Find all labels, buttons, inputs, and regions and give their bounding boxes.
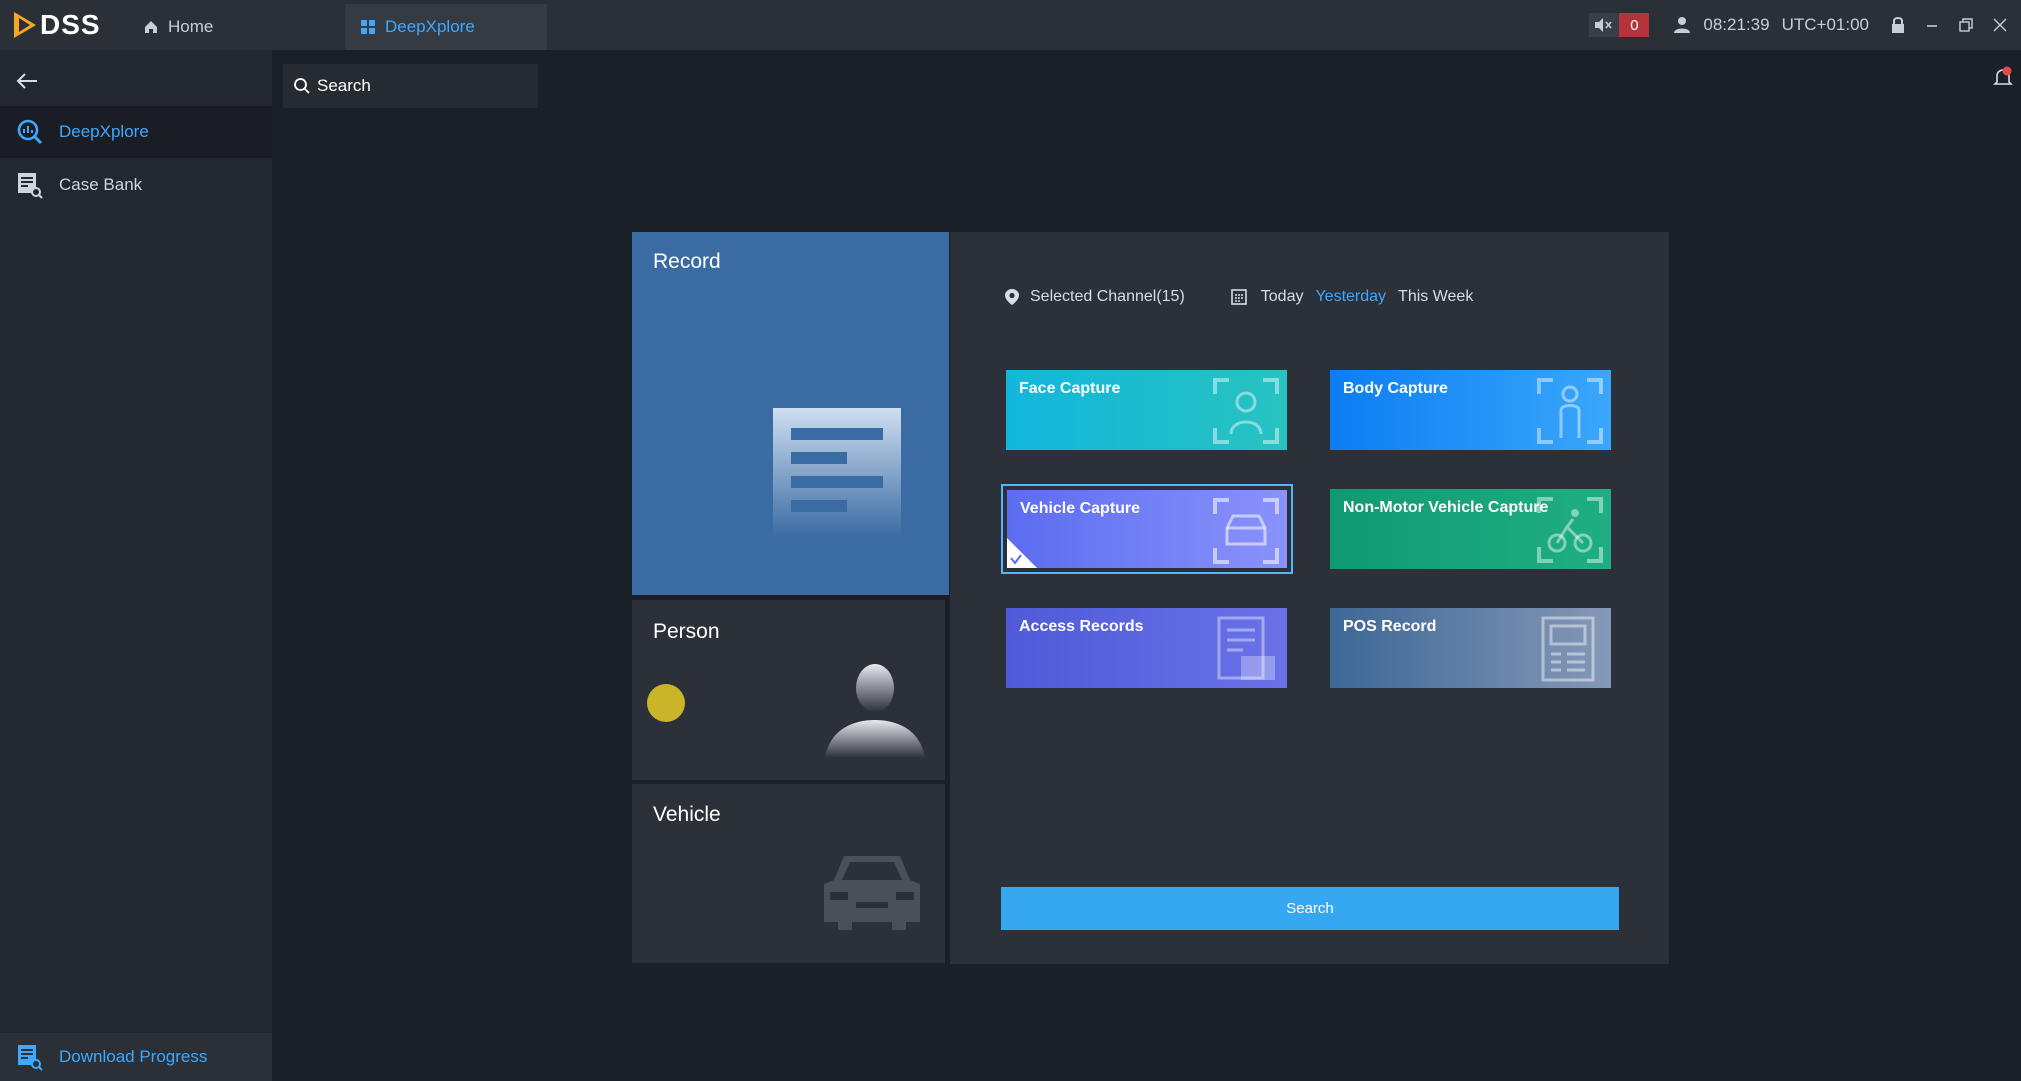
selected-channel-link[interactable]: Selected Channel(15) [1030,288,1185,306]
app-logo: DSS [12,9,101,41]
filter-row: Selected Channel(15) Today Yesterday Thi… [1004,288,1473,306]
back-button[interactable] [16,72,38,95]
dss-logo-icon [14,12,36,38]
card-label: POS Record [1343,618,1437,635]
search-icon [294,78,310,94]
person-silhouette-icon [825,664,925,758]
tab-search[interactable]: Search [283,64,538,108]
filter-this-week[interactable]: This Week [1398,288,1473,306]
home-icon [145,21,157,33]
card-label: Non-Motor Vehicle Capture [1343,499,1549,516]
person-tile[interactable]: Person [632,600,945,780]
sidebar-item-label: Case Bank [59,175,143,194]
grid-icon [361,20,375,34]
lock-icon [1892,17,1904,33]
tab-deepxplore[interactable]: DeepXplore [345,4,547,50]
close-button[interactable] [1985,10,2015,40]
search-criteria-panel: Selected Channel(15) Today Yesterday Thi… [950,232,1669,964]
sidebar: DeepXplore Case Bank Download Progress [0,50,272,1081]
close-icon [1993,18,2007,32]
tab-deepxplore-label: DeepXplore [385,17,475,36]
body-frame-icon [1537,378,1603,444]
bicycle-frame-icon [1537,497,1603,563]
access-record-doc-icon [1217,616,1275,680]
tab-home[interactable]: Home [128,4,333,50]
notification-button[interactable] [1993,66,2013,93]
face-frame-icon [1213,378,1279,444]
user-icon[interactable] [1673,16,1691,34]
speaker-mute-icon [1589,13,1620,37]
minimize-icon [1927,25,1937,27]
vehicle-frame-icon [1213,498,1279,564]
filter-yesterday[interactable]: Yesterday [1315,288,1386,306]
download-progress-label: Download Progress [59,1047,208,1066]
restore-button[interactable] [1951,10,1981,40]
sidebar-item-deepxplore[interactable]: DeepXplore [0,106,272,158]
face-capture-card[interactable]: Face Capture [1006,370,1287,450]
tab-search-label: Search [317,76,371,95]
access-records-card[interactable]: Access Records [1006,608,1287,688]
calendar-icon [1230,289,1247,305]
record-tile[interactable]: Record [632,232,949,595]
bell-notification-icon [1993,66,2013,85]
non-motor-vehicle-capture-card[interactable]: Non-Motor Vehicle Capture [1330,489,1611,569]
record-document-icon [773,408,901,538]
sidebar-item-label: DeepXplore [59,122,149,141]
pos-record-card[interactable]: POS Record [1330,608,1611,688]
filter-today[interactable]: Today [1261,288,1304,306]
card-label: Vehicle Capture [1020,500,1141,517]
car-icon [824,856,920,930]
record-tile-title: Record [653,250,721,273]
sidebar-item-case-bank[interactable]: Case Bank [0,159,272,211]
download-progress-icon [18,1045,43,1071]
deepxplore-icon [17,119,43,145]
tab-home-label: Home [168,17,214,36]
card-label: Face Capture [1019,380,1121,397]
lock-button[interactable] [1883,10,1913,40]
timezone-label: UTC+01:00 [1781,15,1869,34]
selected-check-icon [1007,538,1037,568]
minimize-button[interactable] [1917,10,1947,40]
restore-icon [1959,18,1973,32]
download-progress-button[interactable]: Download Progress [0,1033,272,1081]
vehicle-tile[interactable]: Vehicle [632,784,945,963]
location-pin-icon [1005,289,1019,305]
card-label: Body Capture [1343,380,1448,397]
person-tile-title: Person [653,620,720,643]
vehicle-capture-card[interactable]: Vehicle Capture [1001,484,1293,574]
mute-alarm-button[interactable]: 0 [1589,13,1650,37]
search-button[interactable]: Search [1001,887,1619,930]
body-capture-card[interactable]: Body Capture [1330,370,1611,450]
case-bank-icon [18,173,43,199]
vehicle-tile-title: Vehicle [653,803,721,826]
indicator-dot [647,684,685,722]
clock-time: 08:21:39 [1703,15,1770,34]
alarm-count-badge: 0 [1619,13,1650,37]
pos-terminal-icon [1541,616,1595,682]
title-bar: DSS Home DeepXplore 0 08:21:39 UTC+01:00 [0,0,2021,50]
arrow-left-icon [16,73,37,89]
status-area: 0 08:21:39 UTC+01:00 [1589,0,2021,50]
logo-text: DSS [40,9,101,40]
card-label: Access Records [1019,618,1144,635]
